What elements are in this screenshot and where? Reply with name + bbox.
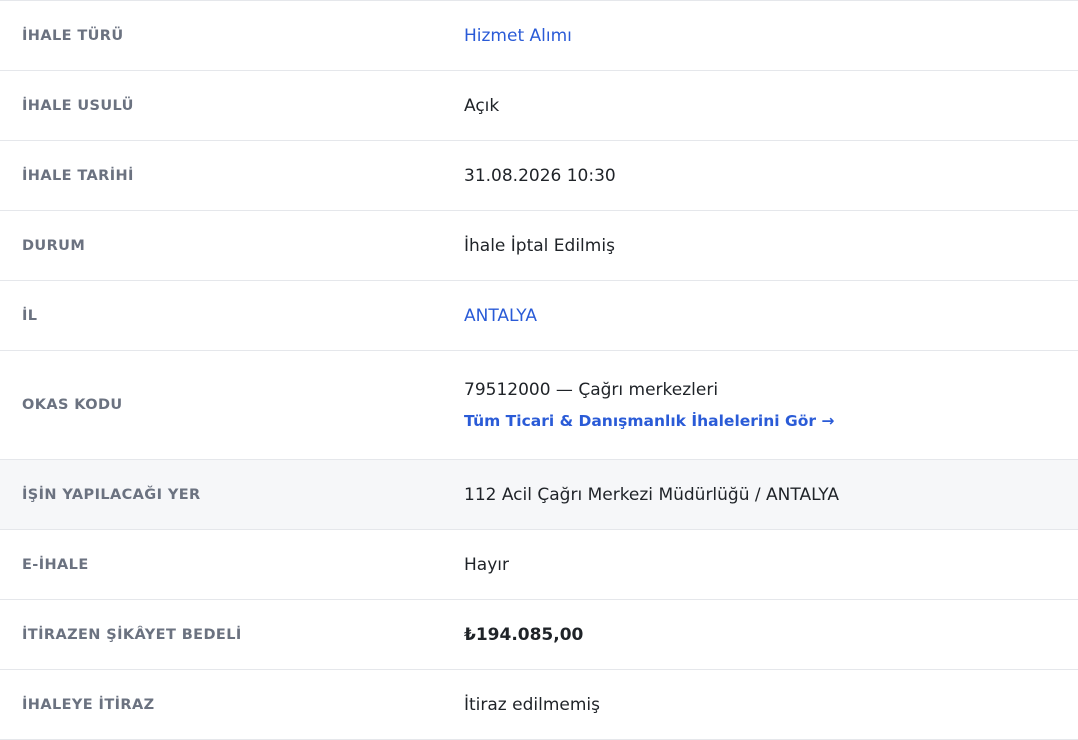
row-objection: İHALEYE İTİRAZ İtiraz edilmemiş	[0, 670, 1078, 740]
label-tender-type: İHALE TÜRÜ	[22, 27, 124, 44]
label-okas: OKAS KODU	[22, 397, 123, 413]
row-province: İL ANTALYA	[0, 281, 1078, 351]
value-status: İhale İptal Edilmiş	[464, 235, 615, 256]
value-okas: 79512000 — Çağrı merkezleri Tüm Ticari &…	[464, 380, 1078, 430]
tender-details-table: İHALE TÜRÜ Hizmet Alımı İHALE USULÜ Açık…	[0, 0, 1078, 740]
label-date: İHALE TARİHİ	[22, 167, 134, 184]
label-province: İL	[22, 307, 38, 324]
label-e-tender: E-İHALE	[22, 556, 89, 573]
link-all-consulting-tenders[interactable]: Tüm Ticari & Danışmanlık İhalelerini Gör…	[464, 412, 1078, 430]
row-status: DURUM İhale İptal Edilmiş	[0, 211, 1078, 281]
row-date: İHALE TARİHİ 31.08.2026 10:30	[0, 141, 1078, 211]
row-e-tender: E-İHALE Hayır	[0, 530, 1078, 600]
row-tender-type: İHALE TÜRÜ Hizmet Alımı	[0, 1, 1078, 71]
value-date: 31.08.2026 10:30	[464, 165, 616, 186]
value-complaint-fee: ₺194.085,00	[464, 624, 584, 645]
row-okas: OKAS KODU 79512000 — Çağrı merkezleri Tü…	[0, 351, 1078, 460]
link-tender-type[interactable]: Hizmet Alımı	[464, 26, 1078, 46]
value-procedure: Açık	[464, 95, 500, 116]
label-status: DURUM	[22, 237, 86, 254]
label-location: İŞİN YAPILACAĞI YER	[22, 486, 201, 503]
link-province[interactable]: ANTALYA	[464, 306, 1078, 326]
label-complaint-fee: İTİRAZEN ŞİKÂYET BEDELİ	[22, 626, 242, 643]
okas-code-text: 79512000 — Çağrı merkezleri	[464, 380, 719, 400]
row-procedure: İHALE USULÜ Açık	[0, 71, 1078, 141]
row-complaint-fee: İTİRAZEN ŞİKÂYET BEDELİ ₺194.085,00	[0, 600, 1078, 670]
label-objection: İHALEYE İTİRAZ	[22, 696, 155, 713]
value-location: 112 Acil Çağrı Merkezi Müdürlüğü / ANTAL…	[464, 484, 839, 505]
value-e-tender: Hayır	[464, 554, 509, 575]
label-procedure: İHALE USULÜ	[22, 97, 134, 114]
row-location: İŞİN YAPILACAĞI YER 112 Acil Çağrı Merke…	[0, 460, 1078, 530]
value-objection: İtiraz edilmemiş	[464, 694, 600, 715]
